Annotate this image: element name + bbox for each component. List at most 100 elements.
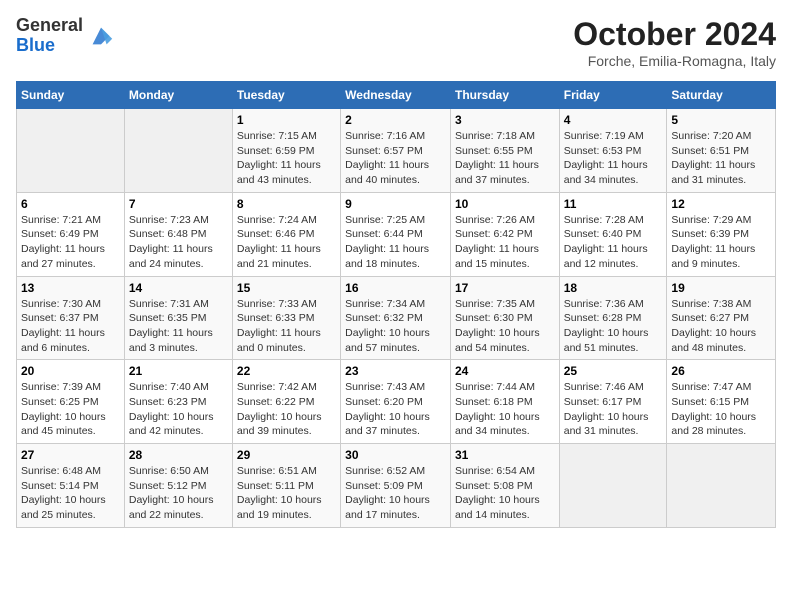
day-number: 21	[129, 364, 228, 378]
calendar-cell: 25 Sunrise: 7:46 AMSunset: 6:17 PMDayligh…	[559, 360, 667, 444]
day-info: Sunrise: 7:39 AMSunset: 6:25 PMDaylight:…	[21, 380, 120, 439]
day-number: 14	[129, 281, 228, 295]
day-number: 9	[345, 197, 446, 211]
weekday-header-wednesday: Wednesday	[341, 82, 451, 109]
calendar-table: SundayMondayTuesdayWednesdayThursdayFrid…	[16, 81, 776, 528]
day-info: Sunrise: 7:42 AMSunset: 6:22 PMDaylight:…	[237, 380, 336, 439]
day-number: 29	[237, 448, 336, 462]
day-info: Sunrise: 7:18 AMSunset: 6:55 PMDaylight:…	[455, 129, 555, 188]
day-info: Sunrise: 6:51 AMSunset: 5:11 PMDaylight:…	[237, 464, 336, 523]
calendar-cell: 7Sunrise: 7:23 AMSunset: 6:48 PMDaylight…	[124, 192, 232, 276]
week-row-1: 1Sunrise: 7:15 AMSunset: 6:59 PMDaylight…	[17, 109, 776, 193]
calendar-cell: 17 Sunrise: 7:35 AMSunset: 6:30 PMDayligh…	[450, 276, 559, 360]
day-info: Sunrise: 7:44 AMSunset: 6:18 PMDaylight:…	[455, 380, 555, 439]
day-info: Sunrise: 7:15 AMSunset: 6:59 PMDaylight:…	[237, 129, 336, 188]
month-title: October 2024	[573, 16, 776, 53]
weekday-header-row: SundayMondayTuesdayWednesdayThursdayFrid…	[17, 82, 776, 109]
day-number: 28	[129, 448, 228, 462]
calendar-cell: 27 Sunrise: 6:48 AMSunset: 5:14 PMDayligh…	[17, 444, 125, 528]
weekday-header-thursday: Thursday	[450, 82, 559, 109]
day-info: Sunrise: 7:33 AMSunset: 6:33 PMDaylight:…	[237, 297, 336, 356]
day-info: Sunrise: 7:25 AMSunset: 6:44 PMDaylight:…	[345, 213, 446, 272]
calendar-cell: 3Sunrise: 7:18 AMSunset: 6:55 PMDaylight…	[450, 109, 559, 193]
week-row-3: 13 Sunrise: 7:30 AMSunset: 6:37 PMDayligh…	[17, 276, 776, 360]
calendar-cell: 23Sunrise: 7:43 AMSunset: 6:20 PMDayligh…	[341, 360, 451, 444]
day-info: Sunrise: 7:23 AMSunset: 6:48 PMDaylight:…	[129, 213, 228, 272]
calendar-cell	[667, 444, 776, 528]
weekday-header-saturday: Saturday	[667, 82, 776, 109]
day-number: 6	[21, 197, 120, 211]
day-number: 20	[21, 364, 120, 378]
calendar-cell: 29 Sunrise: 6:51 AMSunset: 5:11 PMDayligh…	[232, 444, 340, 528]
day-info: Sunrise: 7:19 AMSunset: 6:53 PMDaylight:…	[564, 129, 663, 188]
day-number: 5	[671, 113, 771, 127]
calendar-cell: 6 Sunrise: 7:21 AMSunset: 6:49 PMDaylight…	[17, 192, 125, 276]
day-number: 24	[455, 364, 555, 378]
calendar-cell: 11 Sunrise: 7:28 AMSunset: 6:40 PMDayligh…	[559, 192, 667, 276]
day-info: Sunrise: 7:34 AMSunset: 6:32 PMDaylight:…	[345, 297, 446, 356]
page-header: General Blue October 2024 Forche, Emilia…	[16, 16, 776, 69]
day-info: Sunrise: 7:46 AMSunset: 6:17 PMDaylight:…	[564, 380, 663, 439]
day-info: Sunrise: 7:30 AMSunset: 6:37 PMDaylight:…	[21, 297, 120, 356]
day-info: Sunrise: 7:38 AMSunset: 6:27 PMDaylight:…	[671, 297, 771, 356]
day-number: 25	[564, 364, 663, 378]
day-number: 16	[345, 281, 446, 295]
calendar-cell: 28 Sunrise: 6:50 AMSunset: 5:12 PMDayligh…	[124, 444, 232, 528]
day-number: 27	[21, 448, 120, 462]
day-info: Sunrise: 6:50 AMSunset: 5:12 PMDaylight:…	[129, 464, 228, 523]
calendar-cell: 20 Sunrise: 7:39 AMSunset: 6:25 PMDayligh…	[17, 360, 125, 444]
weekday-header-tuesday: Tuesday	[232, 82, 340, 109]
day-number: 17	[455, 281, 555, 295]
calendar-cell: 1Sunrise: 7:15 AMSunset: 6:59 PMDaylight…	[232, 109, 340, 193]
calendar-cell: 5Sunrise: 7:20 AMSunset: 6:51 PMDaylight…	[667, 109, 776, 193]
calendar-cell: 30Sunrise: 6:52 AMSunset: 5:09 PMDayligh…	[341, 444, 451, 528]
day-number: 8	[237, 197, 336, 211]
day-number: 19	[671, 281, 771, 295]
day-number: 10	[455, 197, 555, 211]
day-number: 13	[21, 281, 120, 295]
calendar-cell: 18 Sunrise: 7:36 AMSunset: 6:28 PMDayligh…	[559, 276, 667, 360]
calendar-cell: 12Sunrise: 7:29 AMSunset: 6:39 PMDayligh…	[667, 192, 776, 276]
calendar-cell	[124, 109, 232, 193]
logo-general: General	[16, 16, 83, 36]
calendar-cell: 4 Sunrise: 7:19 AMSunset: 6:53 PMDaylight…	[559, 109, 667, 193]
day-info: Sunrise: 7:26 AMSunset: 6:42 PMDaylight:…	[455, 213, 555, 272]
calendar-cell: 19 Sunrise: 7:38 AMSunset: 6:27 PMDayligh…	[667, 276, 776, 360]
calendar-cell	[559, 444, 667, 528]
calendar-cell: 31Sunrise: 6:54 AMSunset: 5:08 PMDayligh…	[450, 444, 559, 528]
logo-icon	[87, 22, 115, 50]
calendar-cell: 24 Sunrise: 7:44 AMSunset: 6:18 PMDayligh…	[450, 360, 559, 444]
day-info: Sunrise: 7:28 AMSunset: 6:40 PMDaylight:…	[564, 213, 663, 272]
calendar-cell: 15Sunrise: 7:33 AMSunset: 6:33 PMDayligh…	[232, 276, 340, 360]
calendar-cell: 14 Sunrise: 7:31 AMSunset: 6:35 PMDayligh…	[124, 276, 232, 360]
day-info: Sunrise: 7:31 AMSunset: 6:35 PMDaylight:…	[129, 297, 228, 356]
day-number: 2	[345, 113, 446, 127]
title-area: October 2024 Forche, Emilia-Romagna, Ita…	[573, 16, 776, 69]
weekday-header-friday: Friday	[559, 82, 667, 109]
logo-blue: Blue	[16, 36, 83, 56]
calendar-cell: 26Sunrise: 7:47 AMSunset: 6:15 PMDayligh…	[667, 360, 776, 444]
week-row-2: 6 Sunrise: 7:21 AMSunset: 6:49 PMDaylight…	[17, 192, 776, 276]
calendar-cell: 10 Sunrise: 7:26 AMSunset: 6:42 PMDayligh…	[450, 192, 559, 276]
day-number: 22	[237, 364, 336, 378]
day-info: Sunrise: 7:35 AMSunset: 6:30 PMDaylight:…	[455, 297, 555, 356]
day-info: Sunrise: 7:40 AMSunset: 6:23 PMDaylight:…	[129, 380, 228, 439]
calendar-cell: 2Sunrise: 7:16 AMSunset: 6:57 PMDaylight…	[341, 109, 451, 193]
day-info: Sunrise: 6:48 AMSunset: 5:14 PMDaylight:…	[21, 464, 120, 523]
location: Forche, Emilia-Romagna, Italy	[573, 53, 776, 69]
day-number: 23	[345, 364, 446, 378]
day-number: 4	[564, 113, 663, 127]
week-row-4: 20 Sunrise: 7:39 AMSunset: 6:25 PMDayligh…	[17, 360, 776, 444]
calendar-cell: 22 Sunrise: 7:42 AMSunset: 6:22 PMDayligh…	[232, 360, 340, 444]
day-info: Sunrise: 7:36 AMSunset: 6:28 PMDaylight:…	[564, 297, 663, 356]
week-row-5: 27 Sunrise: 6:48 AMSunset: 5:14 PMDayligh…	[17, 444, 776, 528]
calendar-cell: 9 Sunrise: 7:25 AMSunset: 6:44 PMDaylight…	[341, 192, 451, 276]
day-number: 31	[455, 448, 555, 462]
day-number: 12	[671, 197, 771, 211]
day-number: 11	[564, 197, 663, 211]
weekday-header-sunday: Sunday	[17, 82, 125, 109]
day-number: 18	[564, 281, 663, 295]
calendar-cell	[17, 109, 125, 193]
calendar-cell: 16 Sunrise: 7:34 AMSunset: 6:32 PMDayligh…	[341, 276, 451, 360]
day-info: Sunrise: 7:21 AMSunset: 6:49 PMDaylight:…	[21, 213, 120, 272]
